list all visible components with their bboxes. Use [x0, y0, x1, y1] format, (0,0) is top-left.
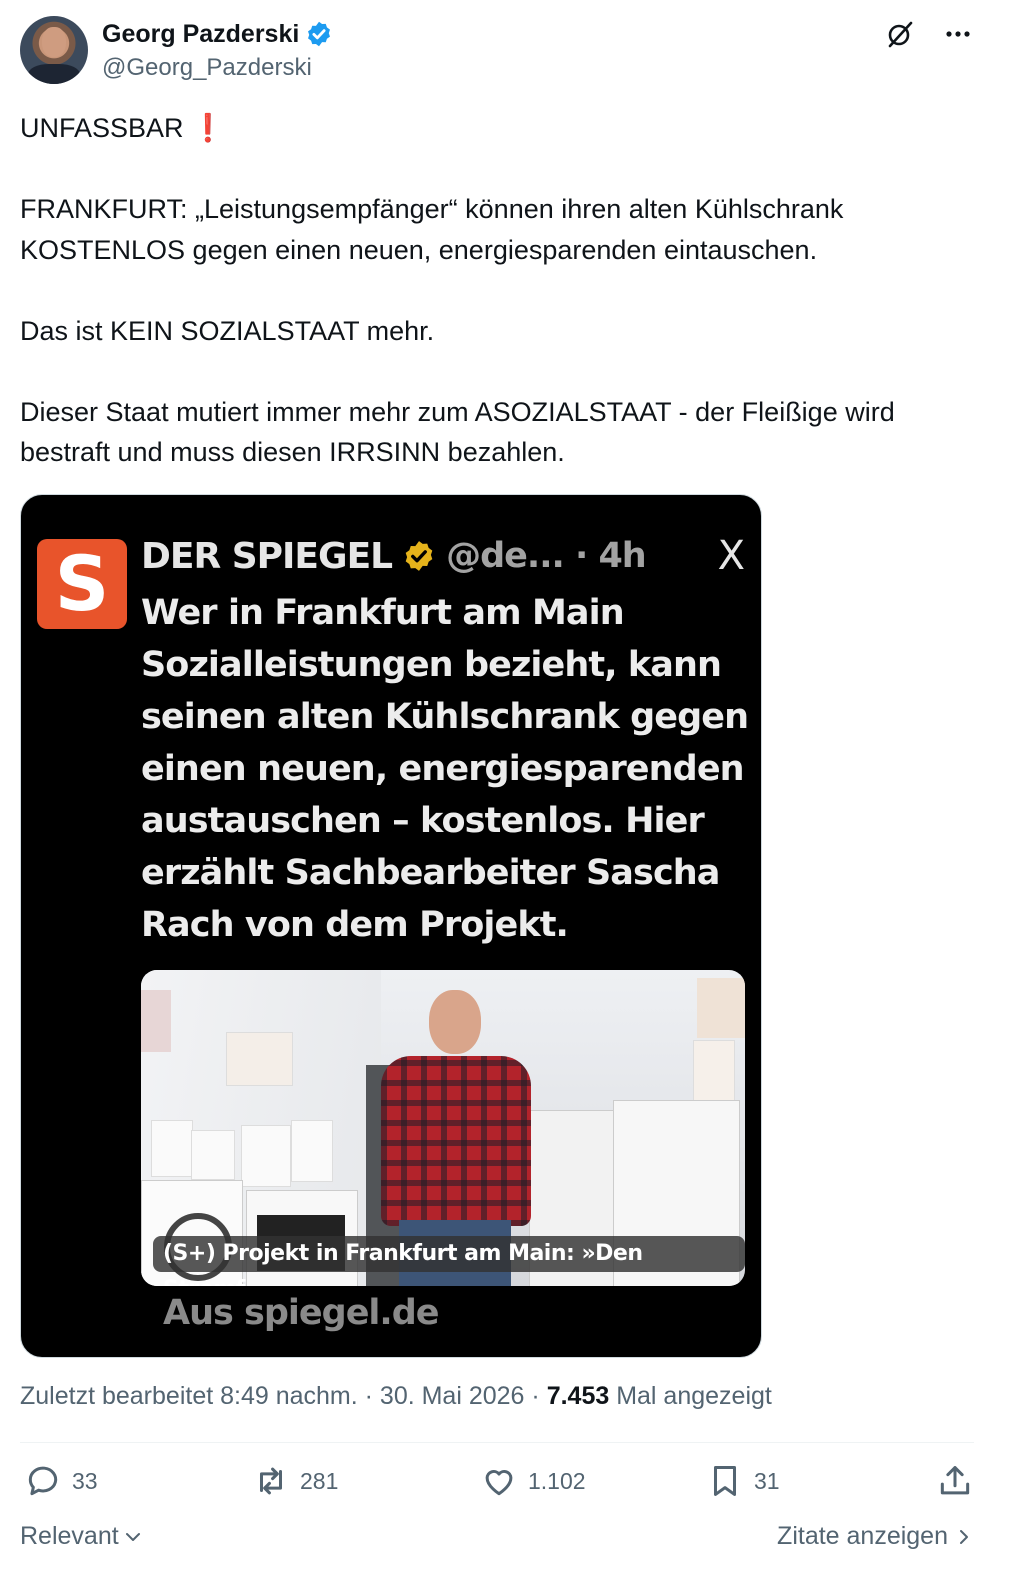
author-name-row[interactable]: Georg Pazderski: [102, 18, 333, 50]
like-icon: [485, 1470, 513, 1496]
like-count: 1.102: [528, 1467, 586, 1494]
card-header: DER SPIEGEL @de... · 4h X: [141, 533, 745, 579]
photo-person-head: [429, 990, 481, 1054]
avatar-face: [42, 27, 66, 57]
reply-button[interactable]: 33: [24, 1462, 98, 1500]
author-block: Georg Pazderski @Georg_Pazderski: [102, 18, 333, 84]
tweet-bottom-bar: Relevant Zitate anzeigen: [20, 1522, 974, 1558]
card-source-name: DER SPIEGEL: [141, 535, 393, 577]
views-count: 7.453: [546, 1382, 610, 1410]
author-avatar[interactable]: [20, 16, 88, 84]
share-icon: [940, 1466, 970, 1495]
gold-verified-badge-icon: [405, 541, 433, 571]
divider: [20, 1442, 974, 1443]
tweet-text: UNFASSBAR ❗ FRANKFURT: „Leistungsempfäng…: [20, 113, 895, 467]
photo-poster: [226, 1032, 293, 1086]
card-source-meta: @de... · 4h: [446, 536, 647, 576]
sort-dropdown[interactable]: Relevant: [20, 1522, 143, 1551]
share-button[interactable]: [936, 1462, 974, 1500]
views-label: Mal angezeigt: [609, 1382, 772, 1410]
like-button[interactable]: 1.102: [480, 1462, 586, 1500]
embedded-image-card[interactable]: S DER SPIEGEL @de... · 4h X Wer in Frank…: [20, 494, 762, 1358]
bookmark-count: 31: [754, 1467, 780, 1494]
photo-box: [241, 1125, 291, 1187]
photo-person-shirt: [381, 1056, 531, 1226]
author-handle[interactable]: @Georg_Pazderski: [102, 52, 333, 84]
photo-poster: [697, 978, 745, 1038]
bookmark-icon: [713, 1466, 737, 1496]
chevron-right-icon: [960, 1529, 968, 1544]
author-name[interactable]: Georg Pazderski: [102, 18, 299, 50]
photo-box: [291, 1120, 333, 1182]
grok-icon[interactable]: [884, 18, 916, 50]
photo-poster: [141, 990, 171, 1052]
tweet-actions-bar: 33 281 1.102 31: [20, 1462, 974, 1510]
card-footer: Aus spiegel.de: [163, 1293, 440, 1333]
quotes-label: Zitate anzeigen: [777, 1522, 948, 1550]
verified-badge-icon: [308, 21, 331, 47]
avatar-shirt: [28, 64, 80, 84]
spiegel-logo: S: [37, 539, 127, 629]
photo-caption: (S+) Projekt in Frankfurt am Main: »Den …: [153, 1236, 745, 1286]
photo-box: [151, 1120, 193, 1177]
more-icon[interactable]: [942, 18, 974, 50]
photo-box: [191, 1130, 235, 1180]
repost-icon: [259, 1467, 283, 1495]
repost-count: 281: [300, 1467, 339, 1494]
tweet-top-actions: [884, 18, 974, 50]
tweet-meta: Zuletzt bearbeitet 8:49 nachm. · 30. Mai…: [20, 1382, 772, 1411]
repost-button[interactable]: 281: [252, 1462, 338, 1500]
sort-label: Relevant: [20, 1522, 119, 1550]
view-quotes-link[interactable]: Zitate anzeigen: [777, 1522, 974, 1551]
chevron-down-icon: [125, 1532, 140, 1541]
card-photo: (S+) Projekt in Frankfurt am Main: »Den …: [141, 970, 745, 1286]
reply-count: 33: [72, 1467, 98, 1494]
card-body-text: Wer in Frankfurt am Main Sozialleistunge…: [141, 593, 749, 945]
reply-icon: [28, 1466, 58, 1496]
edited-timestamp[interactable]: Zuletzt bearbeitet 8:49 nachm. · 30. Mai…: [20, 1382, 547, 1410]
x-logo-icon: X: [717, 533, 745, 579]
bookmark-button[interactable]: 31: [706, 1462, 780, 1500]
